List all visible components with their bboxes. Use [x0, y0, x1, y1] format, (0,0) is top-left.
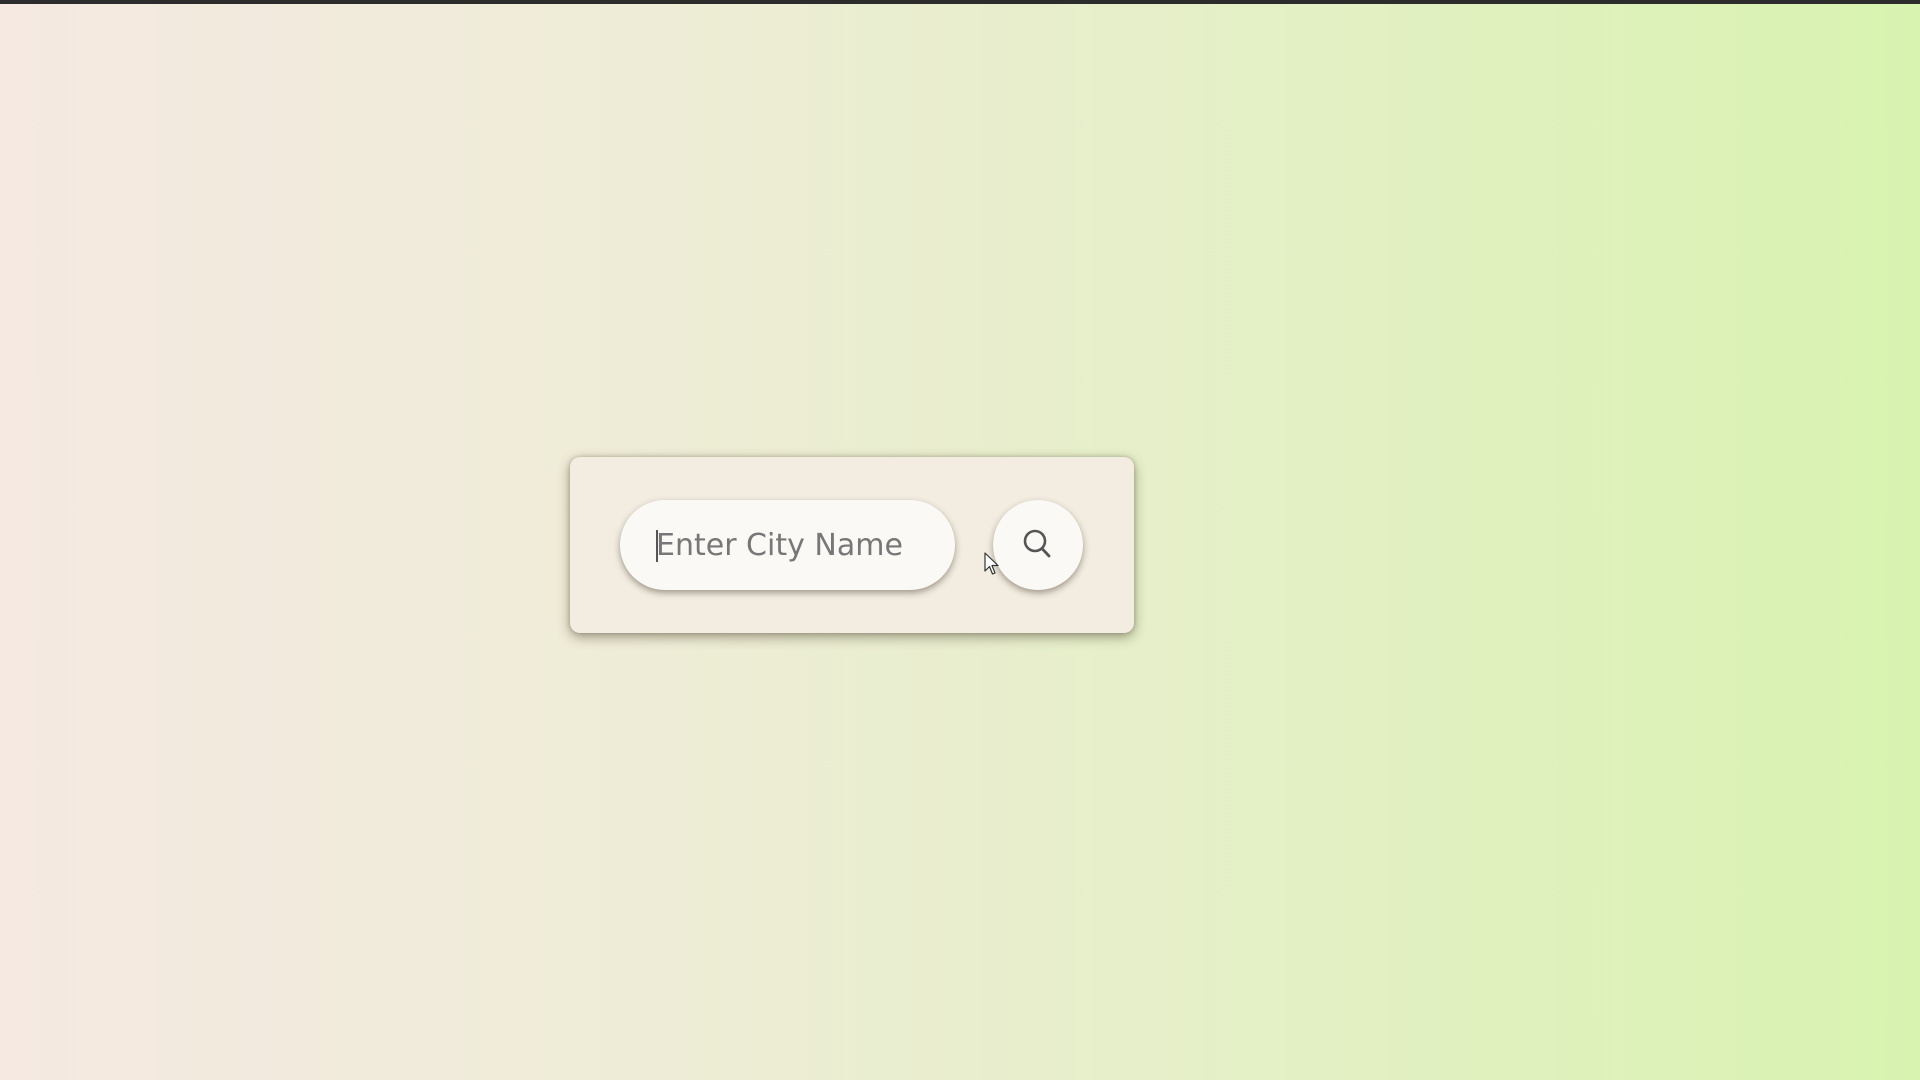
search-button[interactable]: [993, 500, 1083, 590]
mouse-cursor-icon: [984, 552, 999, 575]
search-card: [570, 457, 1134, 633]
search-icon: [1023, 529, 1051, 558]
text-caret: [656, 530, 658, 562]
top-edge-bar: [0, 0, 1920, 4]
city-search-input[interactable]: [620, 500, 955, 590]
